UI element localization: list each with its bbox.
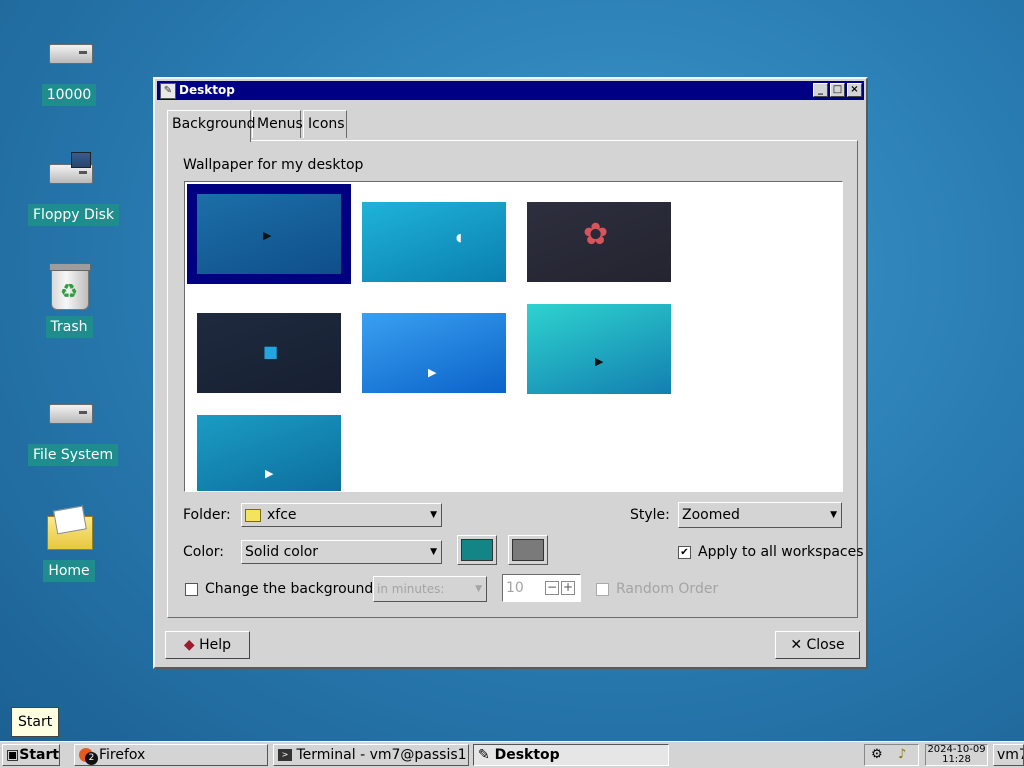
change-background-label: Change the background [205,581,374,597]
window-titlebar[interactable]: ✎ Desktop _ □ × [157,81,864,100]
decrement-button[interactable]: − [545,581,559,595]
desktop-icon-floppy-disk[interactable]: Floppy Disk [28,150,120,226]
chevron-down-icon: ▼ [430,510,437,520]
color-label: Color: [183,544,225,560]
user-menu[interactable]: vm7 [993,744,1024,766]
hard-drive-icon [45,30,93,78]
maximize-button[interactable]: □ [830,83,845,97]
folder-icon [245,508,261,522]
help-book-icon: ◆ [183,637,195,653]
change-background-checkbox[interactable]: Change the background [185,581,373,597]
desktop-icon-file-system[interactable]: File System [28,390,119,466]
notification-badge: 2 [85,752,98,765]
taskbar-item-terminal[interactable]: > Terminal - vm7@passis1:~ [273,744,469,766]
style-label: Style: [630,507,670,523]
wallpaper-section-title: Wallpaper for my desktop [183,157,364,173]
color-mode-value: Solid color [245,544,319,560]
interval-unit-value: in minutes: [377,582,445,596]
random-order-checkbox[interactable]: Random Order [596,581,718,597]
system-tray: ⚙ ♪ [864,744,919,766]
start-menu-icon: ▣ [6,747,20,763]
window-title: Desktop [179,83,235,97]
taskbar-item-firefox[interactable]: 2 Firefox [74,744,268,766]
trash-icon: ♻ [45,262,93,310]
wallpaper-thumbnail[interactable]: ▶ [187,184,351,284]
hard-drive-icon [45,390,93,438]
apply-all-workspaces-checkbox[interactable]: ✔ Apply to all workspaces [678,544,864,560]
home-folder-icon [45,505,93,554]
wallpaper-thumbnail[interactable]: ▶ [362,313,506,393]
increment-button[interactable]: + [561,581,575,595]
close-button-label: Close [806,637,845,653]
minimize-button[interactable]: _ [813,83,828,97]
desktop-icon-label: Floppy Disk [28,204,120,226]
wallpaper-thumbnail[interactable]: ◖ [362,202,506,282]
style-select-value: Zoomed [682,507,740,523]
folder-select[interactable]: xfce ▼ [241,503,442,527]
taskbar-item-label: Desktop [494,747,560,763]
wallpaper-thumbnail[interactable]: ▶ [527,304,671,394]
desktop-settings-icon: ✎ [160,83,176,99]
checkbox-box: ✔ [678,545,691,559]
chevron-down-icon: ▼ [830,510,837,520]
start-button[interactable]: ▣Start [2,744,60,766]
start-button-label: Start [19,747,60,763]
tab-menus[interactable]: Menus [252,110,303,138]
wallpaper-thumbnail[interactable]: ✿ [527,202,671,282]
random-order-label: Random Order [616,581,719,597]
clock[interactable]: 2024-10-09 11:28 [925,744,988,766]
primary-color-button[interactable] [457,535,497,565]
firefox-icon: 2 [79,748,98,765]
checkbox-box [185,582,198,596]
wallpaper-gallery: ▶ ◖ ✿ ■ ▶ ▶ ▶ [184,181,843,492]
apply-all-workspaces-label: Apply to all workspaces [698,544,864,560]
desktop-icon-label: 10000 [41,84,97,106]
wallpaper-thumbnail[interactable]: ■ [197,313,341,393]
wallpaper-thumbnail[interactable]: ▶ [197,415,341,491]
desktop-icon-trash[interactable]: ♻ Trash [28,262,110,338]
close-button[interactable]: ✕ Close [775,631,860,659]
close-window-button[interactable]: × [847,83,862,97]
chevron-down-icon: ▼ [430,547,437,557]
secondary-color-button[interactable] [508,535,548,565]
network-icon[interactable]: ⚙ [871,747,883,762]
color-mode-select[interactable]: Solid color ▼ [241,540,442,564]
interval-spinner[interactable]: 10 − + [502,574,581,602]
terminal-icon: > [278,749,292,761]
background-tab-panel: Wallpaper for my desktop ▶ ◖ ✿ ■ ▶ ▶ ▶ F… [167,140,864,618]
chevron-down-icon: ▼ [475,584,482,594]
taskbar-item-desktop[interactable]: ✎ Desktop [473,744,669,766]
floppy-drive-icon [45,150,93,198]
taskbar-item-label: Firefox [99,747,146,763]
style-select[interactable]: Zoomed ▼ [678,502,842,528]
tab-background[interactable]: Background [167,110,256,142]
desktop-settings-window: ✎ Desktop _ □ × Background Menus Icons W… [153,77,868,669]
checkbox-box [596,582,609,596]
help-button-label: Help [199,637,232,653]
interval-unit-select[interactable]: in minutes: ▼ [373,576,487,602]
taskbar: ▣Start 2 Firefox > Terminal - vm7@passis… [0,741,1024,768]
desktop-icon-label: Trash [45,316,93,338]
folder-select-value: xfce [267,507,297,523]
desktop-icon-10000[interactable]: 10000 [28,30,110,106]
desktop-icon-home[interactable]: Home [28,505,110,582]
taskbar-item-label: Terminal - vm7@passis1:~ [296,747,469,763]
desktop-icon-label: File System [28,444,119,466]
tab-icons[interactable]: Icons [303,110,347,138]
desktop-settings-icon: ✎ [478,747,490,763]
interval-value: 10 [506,580,524,596]
user-label: vm7 [997,747,1023,763]
bell-icon[interactable]: ♪ [898,747,906,762]
desktop-icon-label: Home [43,560,95,582]
help-button[interactable]: ◆ Help [165,631,250,659]
close-icon: ✕ [790,637,803,653]
clock-time: 11:28 [942,754,971,765]
folder-label: Folder: [183,507,231,523]
start-tooltip: Start [11,707,60,737]
